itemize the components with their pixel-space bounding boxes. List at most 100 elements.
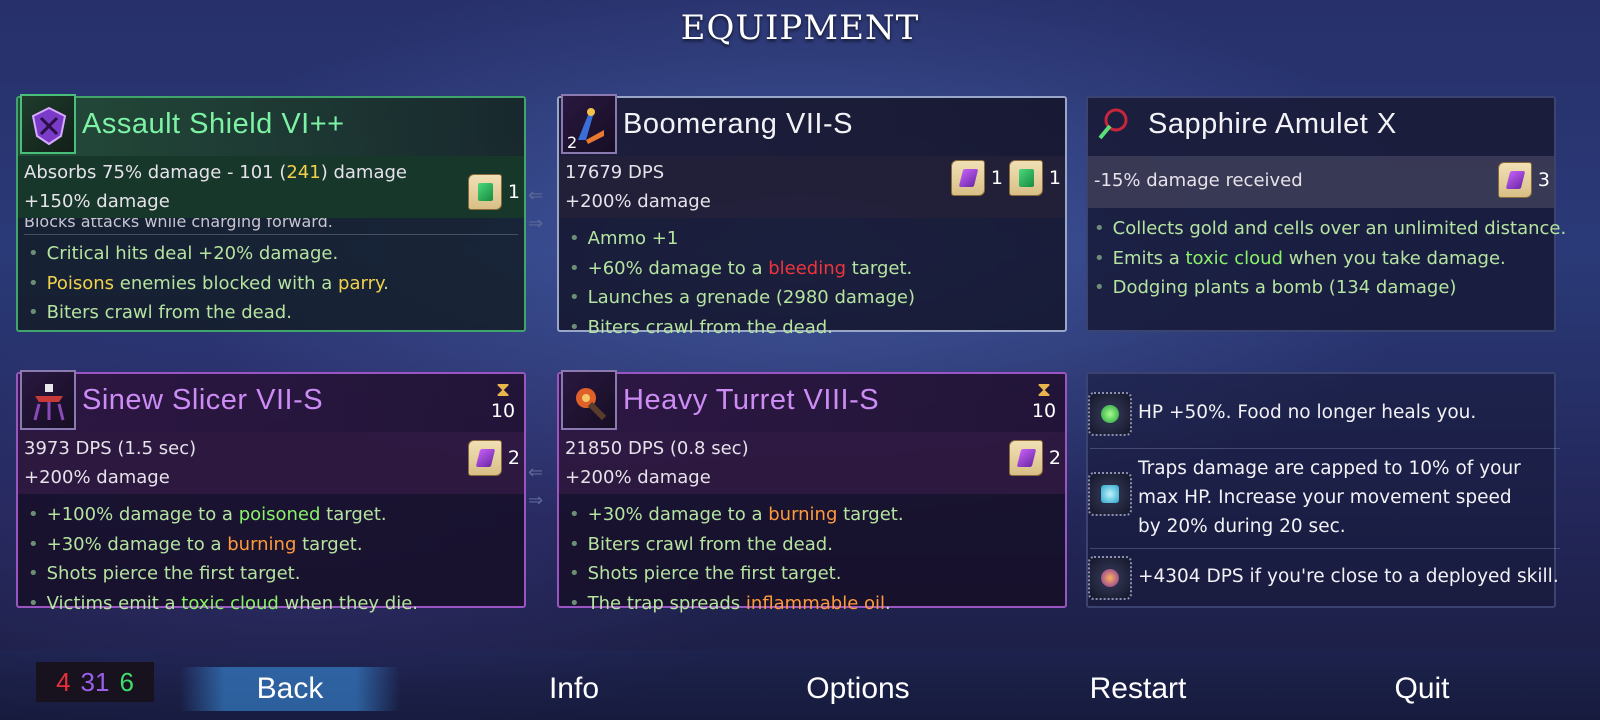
stat-counters: 4 31 6 (36, 662, 154, 702)
item-stats: Absorbs 75% damage - 101 (241) damage +1… (18, 156, 524, 218)
item-stats: -15% damage received 3 (1088, 156, 1554, 208)
mutation-row[interactable]: HP +50%. Food no longer heals you. (1088, 392, 1568, 436)
stat-dps: 3973 DPS (1.5 sec) (24, 438, 197, 459)
purple-scroll-icon (950, 160, 985, 196)
cooldown-value: 10 (490, 400, 516, 422)
purple-mutation-icon (1088, 556, 1132, 600)
boomerang-icon: 2 (561, 94, 617, 154)
affix-item: Collects gold and cells over an unlimite… (1094, 214, 1567, 244)
arrow-right-icon: ⇒ (528, 490, 544, 511)
scroll-count: 3 (1537, 168, 1550, 191)
card-header: Sapphire Amulet X (1088, 98, 1554, 156)
green-scroll-icon (1008, 160, 1043, 196)
purple-scroll-icon (467, 440, 502, 476)
divider (24, 234, 518, 235)
stat-dps: 21850 DPS (0.8 sec) (565, 438, 749, 459)
scroll-count: 2 (1048, 446, 1061, 469)
scroll-count: 1 (990, 166, 1003, 189)
heavy-turret-icon (561, 370, 617, 430)
hourglass-icon: ⧗ (1036, 377, 1052, 401)
shield-icon (20, 94, 76, 154)
divider (1090, 548, 1560, 549)
affix-item: Dodging plants a bomb (134 damage) (1094, 273, 1546, 303)
item-stats: 3973 DPS (1.5 sec) +200% damage 2 (18, 432, 524, 494)
scroll-count: 1 (507, 180, 520, 203)
scroll-slot: 1 (1008, 160, 1061, 196)
green-mutation-icon (1088, 392, 1132, 436)
mutation-row[interactable]: +4304 DPS if you're close to a deployed … (1088, 556, 1568, 600)
affix-item: +100% damage to a poisoned target. (28, 500, 516, 530)
mutation-text: Traps damage are capped to 10% of your m… (1138, 458, 1521, 537)
stat-absorb-end: ) damage (320, 162, 407, 183)
stat-absorb: Absorbs 75% damage - 101 ( (24, 162, 287, 183)
mutation-row[interactable]: Traps damage are capped to 10% of your m… (1088, 454, 1568, 541)
arrow-right-icon: ⇒ (528, 213, 544, 234)
stat-damage: +150% damage (24, 191, 170, 212)
item-stats: 17679 DPS +200% damage 1 1 (559, 156, 1065, 218)
scroll-slot: 1 (467, 174, 520, 210)
swap-arrows[interactable]: ⇐ ⇒ (528, 462, 558, 523)
arrow-left-icon: ⇐ (528, 462, 544, 483)
card-sapphire-amulet[interactable]: Sapphire Amulet X -15% damage received 3… (1086, 96, 1567, 332)
item-stats: 21850 DPS (0.8 sec) +200% damage 2 (559, 432, 1065, 494)
affix-item: Biters crawl from the dead. (569, 313, 1057, 343)
item-name: Sinew Slicer VII-S (82, 384, 324, 416)
scroll-slot: 1 (950, 160, 1003, 196)
card-header: 2 Boomerang VII-S (559, 94, 1065, 156)
brutality-counter: 4 (56, 666, 71, 697)
affix-item: Shots pierce the first target. (569, 559, 1057, 589)
amulet-icon (1090, 94, 1140, 154)
restart-button[interactable]: Restart (1028, 667, 1248, 711)
card-header: Heavy Turret VIII-S ⧗ 10 (559, 370, 1065, 432)
scroll-count: 2 (507, 446, 520, 469)
affix-item: Critical hits deal +20% damage. (28, 239, 516, 269)
options-button[interactable]: Options (748, 667, 968, 711)
divider (1090, 448, 1560, 449)
affix-item: Biters crawl from the dead. (28, 298, 516, 328)
arrow-left-icon: ⇐ (528, 185, 544, 206)
card-boomerang[interactable]: 2 Boomerang VII-S 17679 DPS +200% damage… (557, 94, 1067, 338)
survival-counter: 6 (119, 666, 134, 697)
card-header: Assault Shield VI++ (18, 94, 524, 156)
affix-item: Launches a grenade (2980 damage) (569, 283, 1057, 313)
scroll-slot: 2 (1008, 440, 1061, 476)
stat-resistance: -15% damage received (1094, 170, 1303, 191)
cooldown-timer: ⧗ 10 (488, 378, 518, 422)
tactics-counter: 31 (80, 666, 110, 697)
screen-title: EQUIPMENT (680, 8, 920, 48)
blue-mutation-icon (1088, 472, 1132, 516)
affix-list: +30% damage to a burning target. Biters … (559, 494, 1065, 618)
affix-list: Critical hits deal +20% damage. Poisons … (18, 237, 524, 328)
stat-absorb-value: 241 (286, 162, 321, 183)
scroll-slot: 2 (467, 440, 520, 476)
card-assault-shield[interactable]: Assault Shield VI++ Absorbs 75% damage -… (16, 94, 526, 332)
affix-item: Emits a toxic cloud when you take damage… (1094, 244, 1546, 274)
affix-list: Ammo +1 +60% damage to a bleeding target… (559, 218, 1065, 342)
card-header: Sinew Slicer VII-S ⧗ 10 (18, 370, 524, 432)
card-heavy-turret[interactable]: Heavy Turret VIII-S ⧗ 10 21850 DPS (0.8 s… (557, 370, 1067, 614)
purple-scroll-icon (1497, 162, 1532, 198)
hourglass-icon: ⧗ (495, 377, 511, 401)
item-name: Sapphire Amulet X (1148, 108, 1397, 140)
affix-item: +60% damage to a bleeding target. (569, 254, 1057, 284)
affix-list: +100% damage to a poisoned target. +30% … (18, 494, 524, 618)
swap-arrows[interactable]: ⇐ ⇒ (528, 185, 558, 246)
mutation-text: HP +50%. Food no longer heals you. (1138, 402, 1477, 423)
affix-list: Collects gold and cells over an unlimite… (1088, 208, 1567, 303)
back-button[interactable]: Back (180, 667, 400, 711)
scroll-slot: 3 (1497, 162, 1550, 198)
scroll-count: 1 (1048, 166, 1061, 189)
affix-item: +30% damage to a burning target. (569, 500, 1057, 530)
affix-item: Ammo +1 (569, 224, 1057, 254)
cooldown-timer: ⧗ 10 (1029, 378, 1059, 422)
purple-scroll-icon (1008, 440, 1043, 476)
affix-item: Shots pierce the first target. (28, 559, 516, 589)
stat-damage: +200% damage (24, 467, 170, 488)
item-description: Blocks attacks while charging forward. (24, 218, 333, 231)
affix-item: Biters crawl from the dead. (569, 530, 1057, 560)
info-button[interactable]: Info (464, 667, 684, 711)
quit-button[interactable]: Quit (1312, 667, 1532, 711)
mutation-text: +4304 DPS if you're close to a deployed … (1138, 566, 1559, 587)
card-sinew-slicer[interactable]: Sinew Slicer VII-S ⧗ 10 3973 DPS (1.5 sec… (16, 370, 526, 614)
affix-item: Poisons enemies blocked with a parry. (28, 269, 516, 299)
